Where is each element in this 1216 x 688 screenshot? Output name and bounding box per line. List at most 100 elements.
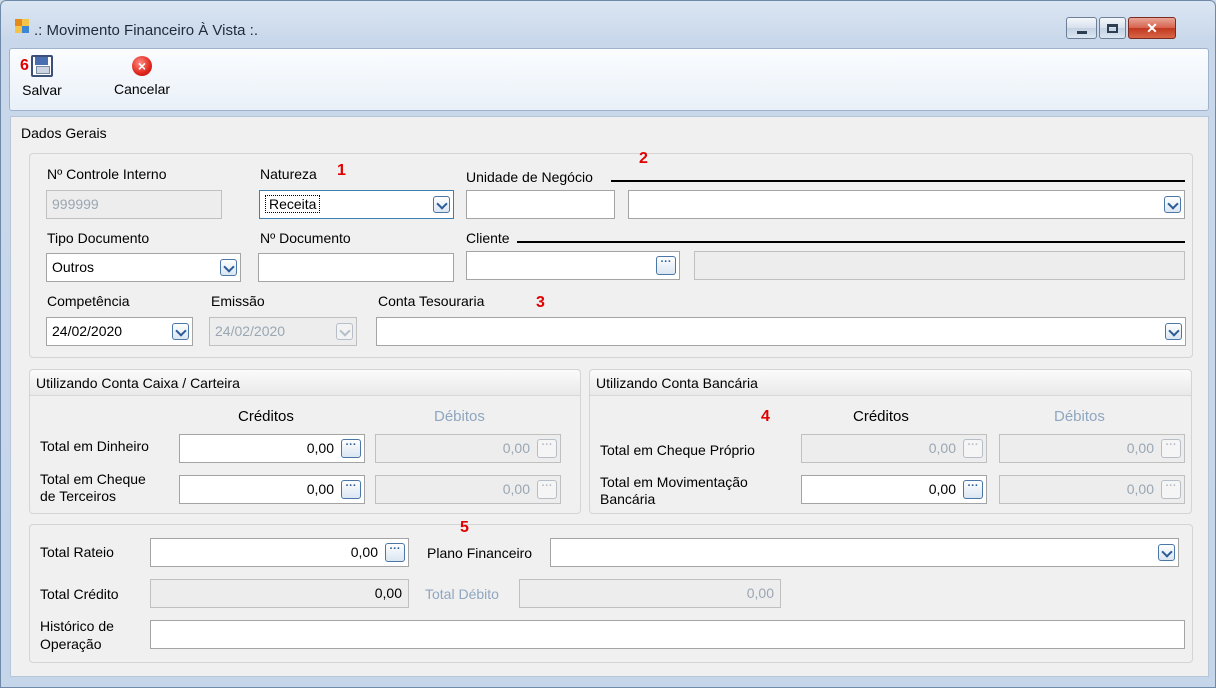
marker-3: 3 — [536, 294, 545, 311]
main-window: .: Movimento Financeiro À Vista :. ✕ 6 S… — [0, 0, 1216, 688]
emissao-date-picker: 24/02/2020 — [209, 317, 357, 346]
competencia-value: 24/02/2020 — [52, 323, 123, 339]
total-credito-field: 0,00 — [150, 579, 409, 608]
app-icon — [15, 19, 29, 33]
marker-2: 2 — [639, 150, 648, 167]
cancel-label: Cancelar — [113, 81, 171, 97]
total-cheque-proprio-debito-field: 0,00 ··· — [999, 434, 1185, 463]
conta-bancaria-debitos-header: Débitos — [1054, 408, 1105, 425]
total-movimentacao-bancaria-debito-value: 0,00 — [1126, 481, 1154, 497]
controle-interno-field: 999999 — [46, 190, 222, 219]
chevron-down-icon[interactable] — [220, 259, 237, 276]
numero-documento-field[interactable] — [258, 253, 454, 282]
natureza-select[interactable]: Receita — [259, 190, 454, 219]
ellipsis-icon: ··· — [537, 439, 557, 458]
dados-gerais-legend: Dados Gerais — [21, 125, 107, 141]
ellipsis-icon[interactable]: ··· — [341, 480, 361, 499]
title-bar[interactable]: .: Movimento Financeiro À Vista :. ✕ — [1, 1, 1215, 43]
conta-tesouraria-select[interactable] — [376, 317, 1186, 346]
total-cheque-proprio-credito-value: 0,00 — [928, 440, 956, 456]
form-panel: Dados Gerais Nº Controle Interno 999999 … — [10, 116, 1209, 677]
conta-caixa-debitos-header: Débitos — [434, 408, 485, 425]
ellipsis-icon: ··· — [1161, 439, 1181, 458]
natureza-label: Natureza — [260, 166, 317, 182]
total-credito-label: Total Crédito — [40, 586, 119, 602]
plano-financeiro-label: Plano Financeiro — [427, 545, 533, 561]
total-movimentacao-bancaria-credito-field[interactable]: 0,00 ··· — [801, 475, 987, 504]
total-movimentacao-bancaria-credito-value: 0,00 — [928, 481, 956, 497]
ellipsis-icon: ··· — [1161, 480, 1181, 499]
conta-tesouraria-label: Conta Tesouraria — [378, 293, 485, 309]
total-dinheiro-credito-field[interactable]: 0,00 ··· — [179, 434, 365, 463]
window-title: .: Movimento Financeiro À Vista :. — [34, 22, 258, 39]
conta-bancaria-creditos-header: Créditos — [853, 408, 909, 425]
cliente-divider — [517, 241, 1185, 243]
marker-1: 1 — [337, 162, 346, 179]
plano-financeiro-select[interactable] — [550, 538, 1179, 567]
controle-interno-label: Nº Controle Interno — [47, 166, 167, 182]
cancel-button[interactable]: × Cancelar — [102, 55, 182, 97]
toolbar: 6 Salvar × Cancelar — [9, 48, 1209, 111]
unidade-negocio-divider — [611, 180, 1185, 182]
total-movimentacao-bancaria-label: Total em Movimentação Bancária — [600, 474, 748, 507]
cliente-name-field — [694, 251, 1185, 280]
total-cheque-proprio-credito-field: 0,00 ··· — [801, 434, 987, 463]
total-rateio-value: 0,00 — [350, 544, 378, 560]
ellipsis-icon[interactable]: ··· — [341, 439, 361, 458]
chevron-down-icon — [336, 323, 353, 340]
total-dinheiro-label: Total em Dinheiro — [40, 438, 149, 454]
tipo-documento-value: Outros — [52, 259, 95, 275]
total-debito-label: Total Débito — [425, 586, 499, 602]
total-cheque-proprio-label: Total em Cheque Próprio — [600, 442, 755, 458]
unidade-negocio-code-field[interactable] — [466, 190, 615, 219]
competencia-date-picker[interactable]: 24/02/2020 — [46, 317, 193, 346]
competencia-label: Competência — [47, 293, 130, 309]
minimize-button[interactable] — [1066, 17, 1097, 39]
ellipsis-icon[interactable]: ··· — [385, 543, 405, 562]
marker-4: 4 — [761, 408, 770, 425]
conta-bancaria-header: Utilizando Conta Bancária — [590, 370, 1191, 396]
total-cheque-proprio-debito-value: 0,00 — [1126, 440, 1154, 456]
chevron-down-icon[interactable] — [1158, 544, 1175, 561]
ellipsis-icon: ··· — [963, 439, 983, 458]
total-debito-field: 0,00 — [519, 579, 781, 608]
historico-operacao-label: Histórico de Operação — [40, 618, 114, 652]
conta-caixa-header: Utilizando Conta Caixa / Carteira — [30, 370, 580, 396]
emissao-label: Emissão — [211, 293, 265, 309]
total-dinheiro-debito-value: 0,00 — [502, 440, 530, 456]
chevron-down-icon[interactable] — [1165, 323, 1182, 340]
total-rateio-field[interactable]: 0,00 ··· — [150, 538, 409, 567]
chevron-down-icon[interactable] — [433, 196, 450, 213]
save-label: Salvar — [22, 82, 62, 98]
numero-documento-label: Nº Documento — [260, 230, 351, 246]
maximize-button[interactable] — [1099, 17, 1126, 39]
total-cheque-terceiros-label: Total em Cheque de Terceiros — [40, 471, 146, 504]
tipo-documento-label: Tipo Documento — [47, 230, 150, 246]
total-cheque-terceiros-credito-value: 0,00 — [306, 481, 334, 497]
cancel-icon: × — [132, 56, 152, 76]
unidade-negocio-label: Unidade de Negócio — [466, 169, 593, 185]
ellipsis-icon[interactable]: ··· — [656, 256, 676, 275]
tipo-documento-select[interactable]: Outros — [46, 253, 241, 282]
total-cheque-terceiros-credito-field[interactable]: 0,00 ··· — [179, 475, 365, 504]
conta-caixa-creditos-header: Créditos — [238, 408, 294, 425]
cliente-code-field[interactable]: ··· — [466, 251, 680, 280]
ellipsis-icon[interactable]: ··· — [963, 480, 983, 499]
ellipsis-icon: ··· — [537, 480, 557, 499]
marker-5: 5 — [460, 519, 469, 536]
total-movimentacao-bancaria-debito-field: 0,00 ··· — [999, 475, 1185, 504]
close-button[interactable]: ✕ — [1128, 17, 1176, 39]
floppy-disk-icon — [31, 55, 53, 77]
conta-caixa-title: Utilizando Conta Caixa / Carteira — [36, 375, 240, 391]
natureza-value: Receita — [265, 195, 321, 213]
total-dinheiro-credito-value: 0,00 — [306, 440, 334, 456]
historico-operacao-field[interactable] — [150, 620, 1185, 649]
save-button[interactable]: Salvar — [16, 55, 68, 98]
conta-bancaria-title: Utilizando Conta Bancária — [596, 375, 758, 391]
total-rateio-label: Total Rateio — [40, 544, 114, 560]
chevron-down-icon[interactable] — [1164, 196, 1181, 213]
total-dinheiro-debito-field: 0,00 ··· — [375, 434, 561, 463]
chevron-down-icon[interactable] — [172, 323, 189, 340]
emissao-value: 24/02/2020 — [215, 323, 286, 339]
unidade-negocio-select[interactable] — [628, 190, 1185, 219]
